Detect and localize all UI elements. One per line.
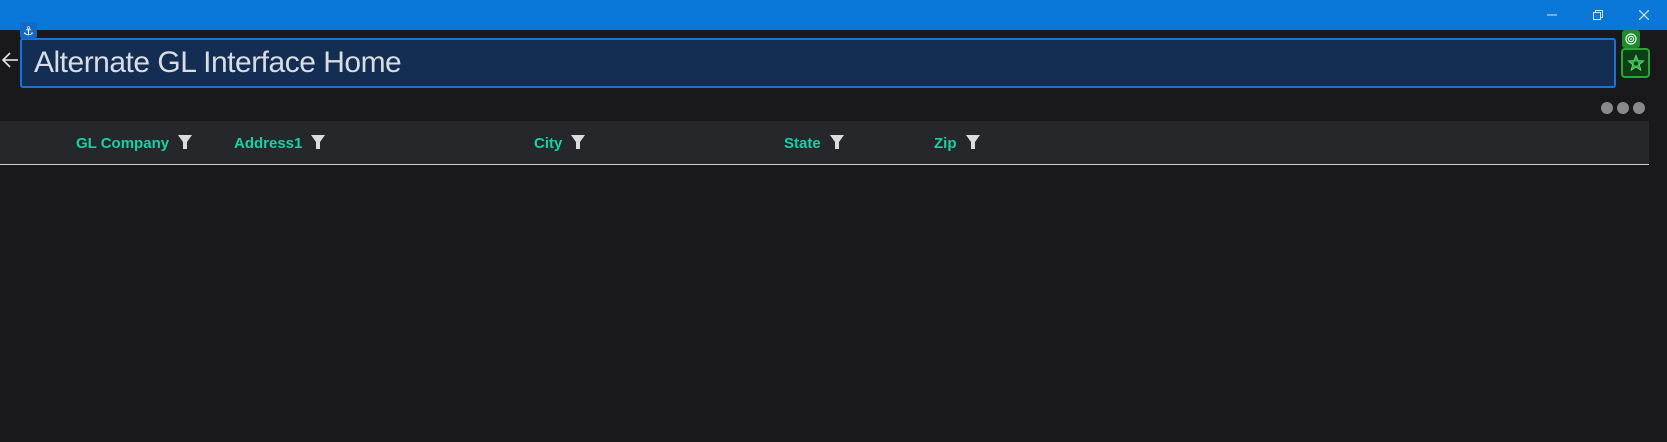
- favorite-button[interactable]: [1621, 48, 1650, 78]
- column-label: State: [784, 134, 821, 152]
- page-title-box[interactable]: Alternate GL Interface Home: [20, 38, 1616, 88]
- column-header-zip[interactable]: Zip: [934, 121, 981, 165]
- column-label: GL Company: [76, 134, 170, 152]
- minimize-icon: [1547, 14, 1557, 16]
- filter-icon[interactable]: [965, 134, 981, 150]
- column-header-city[interactable]: City: [534, 121, 586, 165]
- restore-icon: [1593, 10, 1603, 20]
- anchor-glyph: ⚓: [23, 23, 34, 38]
- filter-icon[interactable]: [310, 134, 326, 150]
- target-button[interactable]: [1622, 30, 1640, 48]
- column-header-address1[interactable]: Address1: [234, 121, 326, 165]
- grid-header: GL Company Address1 City State Zip: [0, 121, 1649, 165]
- page-title: Alternate GL Interface Home: [34, 46, 402, 79]
- column-header-state[interactable]: State: [784, 121, 845, 165]
- filter-icon[interactable]: [570, 134, 586, 150]
- column-header-gl-company[interactable]: GL Company: [76, 121, 193, 165]
- close-icon: [1639, 10, 1649, 20]
- filter-icon[interactable]: [829, 134, 845, 150]
- minimize-button[interactable]: [1529, 0, 1575, 30]
- anchor-icon[interactable]: ⚓: [20, 22, 37, 39]
- restore-button[interactable]: [1575, 0, 1621, 30]
- grid-body: [0, 166, 1667, 442]
- more-dots-icon: [1601, 102, 1613, 114]
- title-bar: [0, 0, 1667, 30]
- filter-icon[interactable]: [177, 134, 193, 150]
- window-controls: [1529, 0, 1667, 30]
- back-button[interactable]: [0, 48, 20, 72]
- star-icon: [1626, 54, 1645, 72]
- arrow-left-icon: [1, 52, 18, 68]
- column-label: Address1: [234, 134, 303, 152]
- more-dots-icon: [1617, 102, 1629, 114]
- more-dots-icon: [1633, 102, 1645, 114]
- more-options-button[interactable]: [1601, 102, 1645, 114]
- column-label: City: [534, 134, 563, 152]
- column-label: Zip: [934, 134, 957, 152]
- close-button[interactable]: [1621, 0, 1667, 30]
- target-icon: [1625, 33, 1637, 45]
